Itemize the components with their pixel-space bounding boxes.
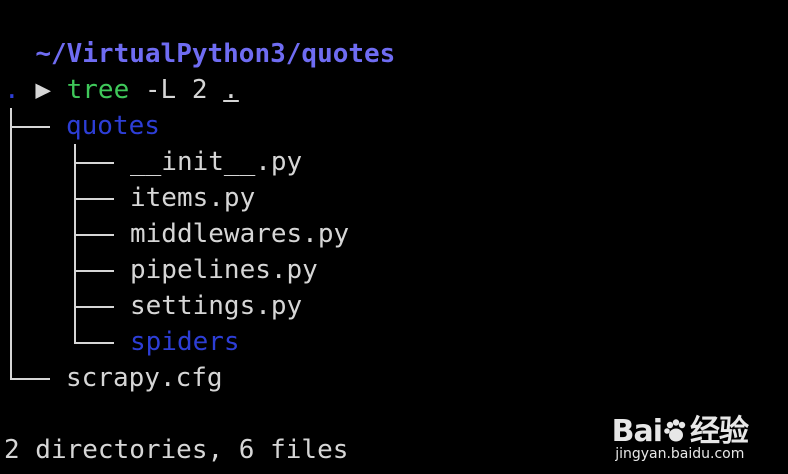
- tree-connector-settings: [74, 306, 114, 308]
- tree-root: .: [4, 75, 20, 105]
- tree-file-init[interactable]: __init__.py: [130, 144, 302, 180]
- tree-file-pipelines[interactable]: pipelines.py: [130, 252, 318, 288]
- tree-connector-spiders: [74, 342, 114, 344]
- tree-connector-items: [74, 198, 114, 200]
- command-line[interactable]: ▶ tree -L 2 .: [4, 36, 239, 105]
- tree-summary: 2 directories, 6 files: [4, 435, 349, 465]
- tree-connector-pipelines: [74, 270, 114, 272]
- tree-dir-spiders[interactable]: spiders: [130, 324, 240, 360]
- tree-connector-outer-vertical: [10, 108, 12, 378]
- tree-file-middlewares[interactable]: middlewares.py: [130, 216, 349, 252]
- tree-dir-quotes[interactable]: quotes: [66, 108, 160, 144]
- tree-file-scrapy-cfg[interactable]: scrapy.cfg: [66, 360, 223, 396]
- command-name: tree: [66, 75, 130, 105]
- tree-connector-middlewares: [74, 234, 114, 236]
- tree-connector-scrapy: [10, 378, 50, 380]
- command-arg-dot: .: [223, 75, 239, 105]
- paw-icon: [664, 419, 686, 442]
- watermark-url: jingyan.baidu.com: [615, 446, 745, 462]
- command-args: -L 2: [129, 75, 224, 105]
- prompt-line: ~/VirtualPython3/quotes: [4, 0, 395, 69]
- watermark-brand-suffix: 经验: [690, 414, 749, 449]
- tree-connector-inner-vertical: [74, 144, 76, 342]
- baidu-watermark: Bai 经验 jingyan.baidu.com: [611, 406, 749, 462]
- tree-connector-quotes: [10, 126, 50, 128]
- tree-file-items[interactable]: items.py: [130, 180, 255, 216]
- tree-file-settings[interactable]: settings.py: [130, 288, 302, 324]
- tree-connector-init: [74, 162, 114, 164]
- watermark-brand-row: Bai 经验: [611, 406, 749, 450]
- prompt-arrow-icon: ▶: [35, 75, 51, 105]
- watermark-brand: Bai: [611, 414, 663, 449]
